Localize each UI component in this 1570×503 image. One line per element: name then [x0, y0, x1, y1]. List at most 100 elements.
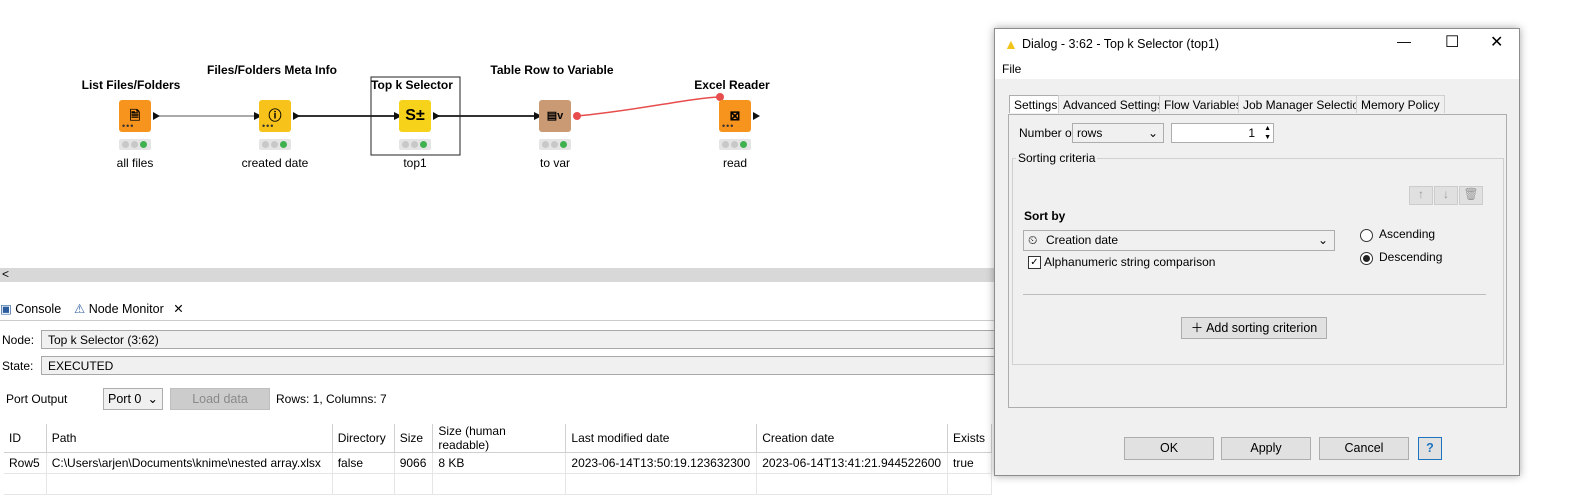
maximize-icon[interactable]: ☐: [1445, 32, 1459, 52]
node-label[interactable]: read: [675, 156, 795, 170]
button-label: Add sorting criterion: [1206, 321, 1318, 335]
node-title: List Files/Folders: [81, 78, 181, 92]
table-cell: Row5: [4, 452, 47, 474]
table-header-row: ID Path Directory Size Size (human reada…: [4, 424, 993, 453]
workflow-canvas[interactable]: [0, 0, 995, 265]
tab-settings[interactable]: Settings: [1009, 95, 1063, 113]
plus-icon: ＋: [1190, 321, 1204, 335]
help-icon[interactable]: ?: [1418, 437, 1442, 460]
ok-button[interactable]: OK: [1124, 437, 1214, 460]
scroll-left-arrow-icon[interactable]: <: [2, 267, 9, 281]
node-status: [399, 139, 431, 150]
list-files-icon[interactable]: 🗎 •••: [119, 100, 151, 132]
tab-label: Node Monitor: [88, 302, 164, 316]
node-label[interactable]: created date: [215, 156, 335, 170]
node-field-label: Node:: [2, 333, 35, 347]
sort-by-select[interactable]: ⏲ Creation date ⌄: [1023, 230, 1335, 251]
number-of-unit-select[interactable]: rows ⌄: [1072, 123, 1164, 143]
delete-icon[interactable]: 🗑: [1459, 186, 1483, 205]
spinner-value: 1: [1248, 126, 1255, 140]
table-var-glyph-icon: ▤v: [546, 110, 564, 122]
move-up-icon[interactable]: ↑: [1409, 186, 1433, 205]
settings-panel: Number of rows ⌄ 1 ▲ ▼ Sorting criteria ↑…: [1008, 114, 1507, 408]
spinner-arrows-icon[interactable]: ▲ ▼: [1264, 124, 1271, 142]
cancel-button[interactable]: Cancel: [1319, 437, 1409, 460]
tab-flow-variables[interactable]: Flow Variables: [1159, 95, 1247, 113]
console-icon: ▣: [0, 302, 12, 316]
flow-variable-port[interactable]: [573, 112, 581, 120]
date-column-icon: ⏲: [1028, 233, 1038, 247]
column-header[interactable]: Directory: [332, 424, 395, 453]
table-row[interactable]: Row5 C:\Users\arjen\Documents\knime\nest…: [4, 452, 993, 474]
tab-node-monitor[interactable]: ⚠ Node Monitor ✕: [72, 299, 190, 319]
output-port[interactable]: [433, 112, 440, 120]
minimize-icon[interactable]: —: [1397, 33, 1411, 49]
table-to-variable-icon[interactable]: ▤v: [539, 100, 571, 132]
alphanumeric-checkbox[interactable]: ✓: [1028, 256, 1041, 269]
descending-radio[interactable]: [1360, 252, 1373, 265]
top-k-selector-dialog: ▲ Dialog - 3:62 - Top k Selector (top1) …: [994, 28, 1520, 476]
node-field: Top k Selector (3:62): [41, 330, 995, 349]
tab-memory-policy[interactable]: Memory Policy: [1356, 95, 1445, 113]
output-port[interactable]: [293, 112, 300, 120]
state-field: EXECUTED: [41, 356, 995, 375]
tab-label: Console: [15, 302, 62, 316]
ascending-radio[interactable]: [1360, 229, 1373, 242]
node-dots-icon: •••: [122, 121, 135, 131]
column-header[interactable]: Size (human readable): [432, 424, 567, 453]
flow-variable-connection: [576, 96, 721, 117]
sorting-criteria-group: Sorting criteria ↑ ↓ 🗑 Sort by ⏲ Creatio…: [1012, 151, 1504, 365]
dialog-menubar: File: [995, 59, 1519, 79]
ascending-label: Ascending: [1379, 227, 1436, 241]
table-cell: true: [947, 452, 993, 474]
number-of-unit-value: rows: [1077, 126, 1103, 140]
menu-file[interactable]: File: [1002, 62, 1021, 76]
bottom-tab-bar: ▣ Console ⚠ Node Monitor ✕: [0, 296, 995, 321]
alphanumeric-label: Alphanumeric string comparison: [1044, 255, 1216, 269]
node-status: [119, 139, 151, 150]
sort-by-label: Sort by: [1024, 209, 1066, 223]
node-status: [719, 139, 751, 150]
tab-advanced-settings[interactable]: Advanced Settings: [1058, 95, 1169, 113]
sort-glyph-icon: S±: [405, 107, 425, 124]
excel-reader-icon[interactable]: ⊠ •••: [719, 100, 751, 132]
table-cell: 2023-06-14T13:50:19.123632300: [565, 452, 758, 474]
output-port[interactable]: [753, 112, 760, 120]
node-status: [539, 139, 571, 150]
close-icon[interactable]: ✕: [1490, 32, 1503, 52]
column-header[interactable]: Last modified date: [565, 424, 758, 453]
column-header[interactable]: Exists: [947, 424, 993, 453]
column-header[interactable]: ID: [4, 424, 47, 453]
table-cell: 9066: [394, 452, 434, 474]
tab-console[interactable]: ▣ Console: [0, 299, 61, 319]
move-down-icon[interactable]: ↓: [1434, 186, 1458, 205]
tab-job-manager-selection[interactable]: Job Manager Selection: [1238, 95, 1371, 113]
node-label[interactable]: all files: [75, 156, 195, 170]
top-k-selector-icon[interactable]: S±: [399, 100, 431, 132]
number-of-value-spinner[interactable]: 1 ▲ ▼: [1171, 123, 1274, 143]
horizontal-scrollbar[interactable]: <: [0, 267, 995, 282]
chevron-down-icon: ⌄: [147, 392, 158, 406]
node-label[interactable]: to var: [495, 156, 615, 170]
apply-button[interactable]: Apply: [1221, 437, 1311, 460]
port-output-table: ID Path Directory Size Size (human reada…: [4, 424, 993, 495]
node-status: [259, 139, 291, 150]
column-header[interactable]: Path: [46, 424, 333, 453]
add-sorting-criterion-button[interactable]: ＋ Add sorting criterion: [1181, 317, 1327, 339]
port-select-value: Port 0: [108, 392, 142, 406]
output-port[interactable]: [153, 112, 160, 120]
divider: [1023, 294, 1486, 295]
sort-by-value: Creation date: [1046, 233, 1119, 247]
node-monitor-icon: ⚠: [74, 302, 86, 316]
dialog-titlebar[interactable]: ▲ Dialog - 3:62 - Top k Selector (top1) …: [995, 29, 1519, 59]
load-data-button[interactable]: Load data: [170, 388, 270, 410]
descending-label: Descending: [1379, 250, 1443, 264]
table-row-empty: [4, 473, 993, 495]
rows-columns-info: Rows: 1, Columns: 7: [276, 392, 387, 406]
info-icon[interactable]: ⓘ •••: [259, 100, 291, 132]
column-header[interactable]: Creation date: [756, 424, 949, 453]
port-select[interactable]: Port 0 ⌄: [103, 388, 163, 410]
column-header[interactable]: Size: [394, 424, 434, 453]
close-icon[interactable]: ✕: [173, 302, 183, 316]
node-label[interactable]: top1: [355, 156, 475, 170]
